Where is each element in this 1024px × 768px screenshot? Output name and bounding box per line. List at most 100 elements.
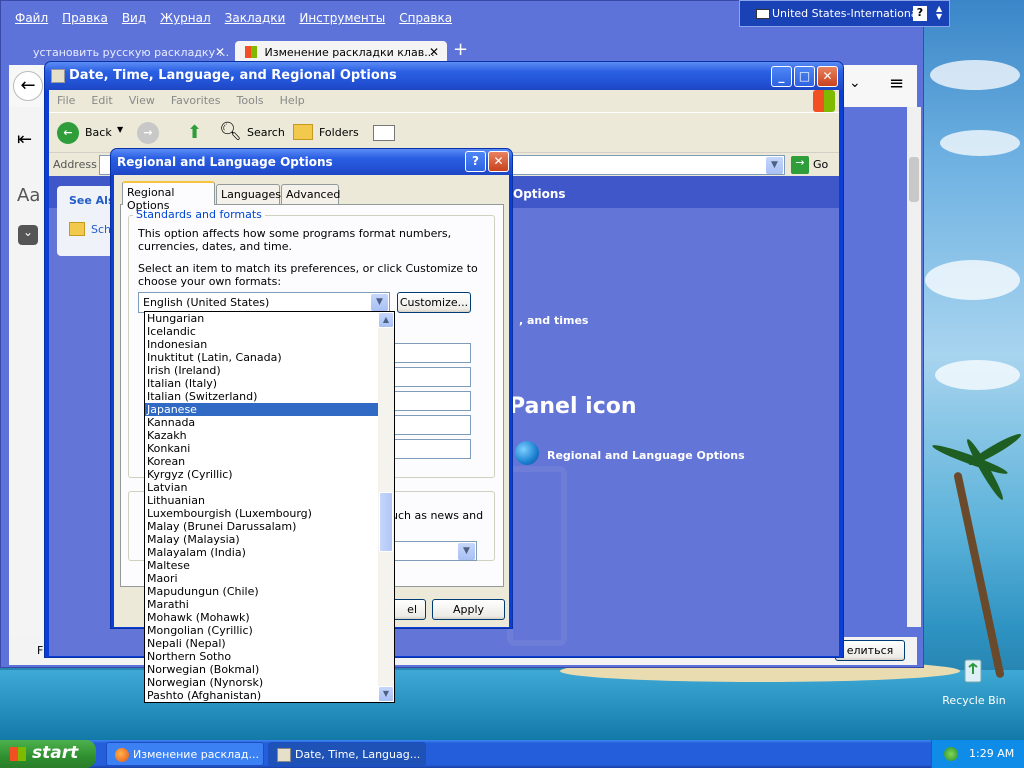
dropdown-scrollbar[interactable]: ▲ ▼ <box>378 312 394 702</box>
folders-icon[interactable] <box>293 124 313 140</box>
locale-option[interactable]: Lithuanian <box>145 494 378 507</box>
language-bar[interactable]: United States-International ? ▲ ▼ <box>739 0 950 27</box>
help-icon[interactable]: ? <box>913 6 927 21</box>
exit-reader-icon[interactable]: ⇤ <box>17 129 32 150</box>
locale-option[interactable]: Pashto (Afghanistan) <box>145 689 378 702</box>
locale-option[interactable]: Kazakh <box>145 429 378 442</box>
locale-option[interactable]: Indonesian <box>145 338 378 351</box>
tab-languages[interactable]: Languages <box>216 184 281 204</box>
pocket-icon[interactable]: ⌄ <box>849 75 861 91</box>
taskbar-item-firefox[interactable]: Изменение расклад... <box>106 742 264 766</box>
locale-option[interactable]: Italian (Italy) <box>145 377 378 390</box>
close-icon[interactable]: ✕ <box>215 45 225 59</box>
locale-option[interactable]: Norwegian (Nynorsk) <box>145 676 378 689</box>
locale-option[interactable]: Maltese <box>145 559 378 572</box>
close-button[interactable]: ✕ <box>817 66 838 87</box>
views-icon[interactable] <box>373 125 395 141</box>
folders-button-label[interactable]: Folders <box>319 126 359 139</box>
chevron-down-icon[interactable]: ▼ <box>766 157 783 174</box>
back-button-label[interactable]: Back <box>85 126 112 139</box>
chevron-down-icon[interactable]: ▼ <box>458 543 475 560</box>
location-select[interactable]: ▼ <box>389 541 477 561</box>
tab-regional-options[interactable]: Regional Options <box>122 181 215 212</box>
see-also-link[interactable]: Sch <box>91 223 111 236</box>
scrollbar-thumb[interactable] <box>379 492 393 552</box>
save-to-pocket-icon[interactable]: ⌄ <box>18 225 38 245</box>
locale-option[interactable]: Irish (Ireland) <box>145 364 378 377</box>
tab-advanced[interactable]: Advanced <box>281 184 340 204</box>
maximize-button[interactable]: □ <box>794 66 815 87</box>
locale-option[interactable]: Latvian <box>145 481 378 494</box>
menu-edit[interactable]: Правка <box>62 11 108 25</box>
locale-option[interactable]: Mapudungun (Chile) <box>145 585 378 598</box>
close-button[interactable]: ✕ <box>488 151 509 172</box>
locale-option[interactable]: Inuktitut (Latin, Canada) <box>145 351 378 364</box>
locale-option[interactable]: Konkani <box>145 442 378 455</box>
scrollbar-thumb[interactable] <box>909 157 919 202</box>
menu-history[interactable]: Журнал <box>160 11 211 25</box>
locale-option[interactable]: Northern Sotho <box>145 650 378 663</box>
menu-file[interactable]: Файл <box>15 11 48 25</box>
start-button[interactable]: start <box>0 740 96 768</box>
menu-file[interactable]: File <box>57 94 75 108</box>
chevron-down-icon[interactable]: ▼ <box>371 294 388 311</box>
forward-icon[interactable]: → <box>137 122 159 144</box>
go-button-label[interactable]: Go <box>813 158 828 171</box>
locale-option[interactable]: Marathi <box>145 598 378 611</box>
locale-option[interactable]: Luxembourgish (Luxembourg) <box>145 507 378 520</box>
locale-option[interactable]: Japanese <box>145 403 378 416</box>
regional-options-link[interactable]: Regional and Language Options <box>547 449 745 462</box>
scroll-down-icon[interactable]: ▼ <box>378 686 394 702</box>
search-icon[interactable]: 🔍︎ <box>219 121 242 142</box>
taskbar-item-explorer[interactable]: Date, Time, Languag... <box>268 742 426 766</box>
task-link[interactable]: , and times <box>519 314 588 327</box>
menu-help[interactable]: Справка <box>399 11 452 25</box>
apply-button[interactable]: Apply <box>432 599 505 620</box>
clock[interactable]: 1:29 AM <box>969 747 1014 760</box>
locale-option[interactable]: Icelandic <box>145 325 378 338</box>
close-icon[interactable]: ✕ <box>429 45 439 59</box>
locale-option[interactable]: Mongolian (Cyrillic) <box>145 624 378 637</box>
search-button-label[interactable]: Search <box>247 126 285 139</box>
up-folder-icon[interactable]: ⬆ <box>187 122 202 143</box>
menu-view[interactable]: Вид <box>122 11 146 25</box>
firefox-scrollbar[interactable] <box>907 107 921 627</box>
back-icon[interactable]: ← <box>57 122 79 144</box>
locale-option[interactable]: Malayalam (India) <box>145 546 378 559</box>
scroll-up-icon[interactable]: ▲ <box>378 312 394 328</box>
locale-option[interactable]: Kannada <box>145 416 378 429</box>
menu-favorites[interactable]: Favorites <box>171 94 221 108</box>
locale-option[interactable]: Hungarian <box>145 312 378 325</box>
network-icon[interactable] <box>944 747 958 761</box>
menu-help[interactable]: Help <box>280 94 305 108</box>
language-bar-options-icon[interactable]: ▲ ▼ <box>936 5 942 21</box>
menu-view[interactable]: View <box>129 94 155 108</box>
help-button[interactable]: ? <box>465 151 486 172</box>
locale-option[interactable]: Maori <box>145 572 378 585</box>
dialog-titlebar[interactable]: Regional and Language Options ? ✕ <box>111 149 512 175</box>
locale-option[interactable]: Nepali (Nepal) <box>145 637 378 650</box>
chevron-down-icon[interactable]: ▼ <box>117 125 123 134</box>
locale-select[interactable]: English (United States) ▼ <box>138 292 390 313</box>
recycle-bin-icon[interactable] <box>958 655 988 685</box>
hamburger-menu-icon[interactable]: ≡ <box>889 73 904 94</box>
share-button[interactable]: елиться <box>835 640 905 661</box>
minimize-button[interactable]: _ <box>771 66 792 87</box>
menu-tools[interactable]: Tools <box>237 94 264 108</box>
customize-button[interactable]: Customize... <box>397 292 471 313</box>
explorer-titlebar[interactable]: Date, Time, Language, and Regional Optio… <box>45 62 843 90</box>
menu-edit[interactable]: Edit <box>91 94 112 108</box>
font-settings-icon[interactable]: Aa <box>17 185 40 206</box>
locale-option[interactable]: Norwegian (Bokmal) <box>145 663 378 676</box>
locale-option[interactable]: Korean <box>145 455 378 468</box>
menu-tools[interactable]: Инструменты <box>299 11 385 25</box>
locale-dropdown-list[interactable]: Hungarian Icelandic Indonesian Inuktitut (L… <box>144 311 395 703</box>
keyboard-layout-label[interactable]: United States-International <box>772 7 921 20</box>
menu-bookmarks[interactable]: Закладки <box>225 11 286 25</box>
locale-option[interactable]: Malay (Malaysia) <box>145 533 378 546</box>
locale-option[interactable]: Mohawk (Mohawk) <box>145 611 378 624</box>
locale-option[interactable]: Malay (Brunei Darussalam) <box>145 520 378 533</box>
locale-option[interactable]: Kyrgyz (Cyrillic) <box>145 468 378 481</box>
new-tab-icon[interactable]: + <box>453 39 468 60</box>
go-arrow-icon[interactable]: → <box>791 156 809 174</box>
